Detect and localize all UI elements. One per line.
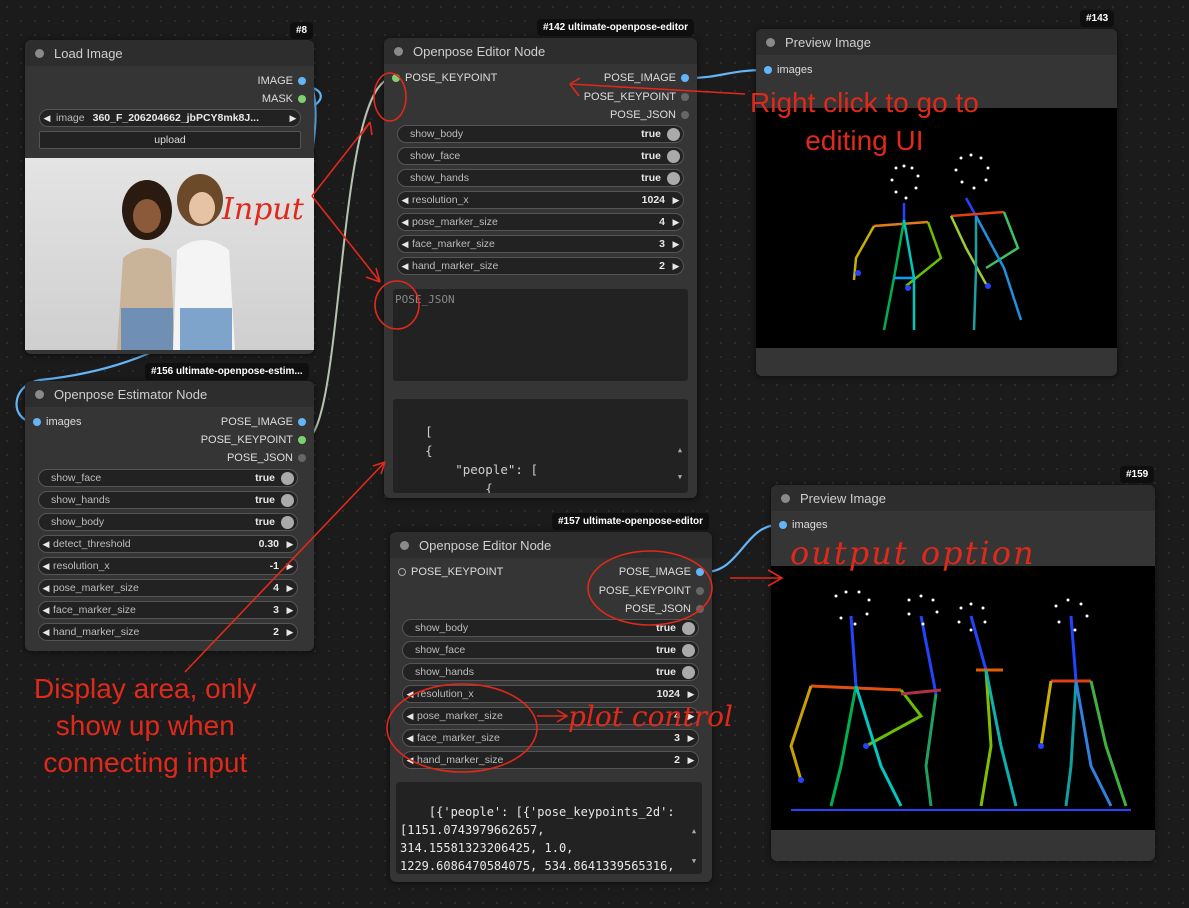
arrow-to-json [311,195,381,283]
annotation-right-click: Right click to go to editing UI [750,87,979,156]
circle-input-port [373,72,407,122]
arrow-right-click [569,77,746,97]
arrow-plot-control [537,709,569,723]
annotation-display-area: Display area, only show up when connecti… [34,673,257,778]
arrow-output-option [730,569,784,587]
circle-json-area [374,280,420,330]
arrow-display-area [184,461,386,673]
annotation-input: Input [222,192,304,227]
arrow-to-input [311,121,373,197]
annotation-plot-control: plot control [568,700,733,733]
annotation-output-option: output option [790,534,1036,572]
circle-output-ports [587,550,713,626]
circle-plot-controls [386,683,538,773]
